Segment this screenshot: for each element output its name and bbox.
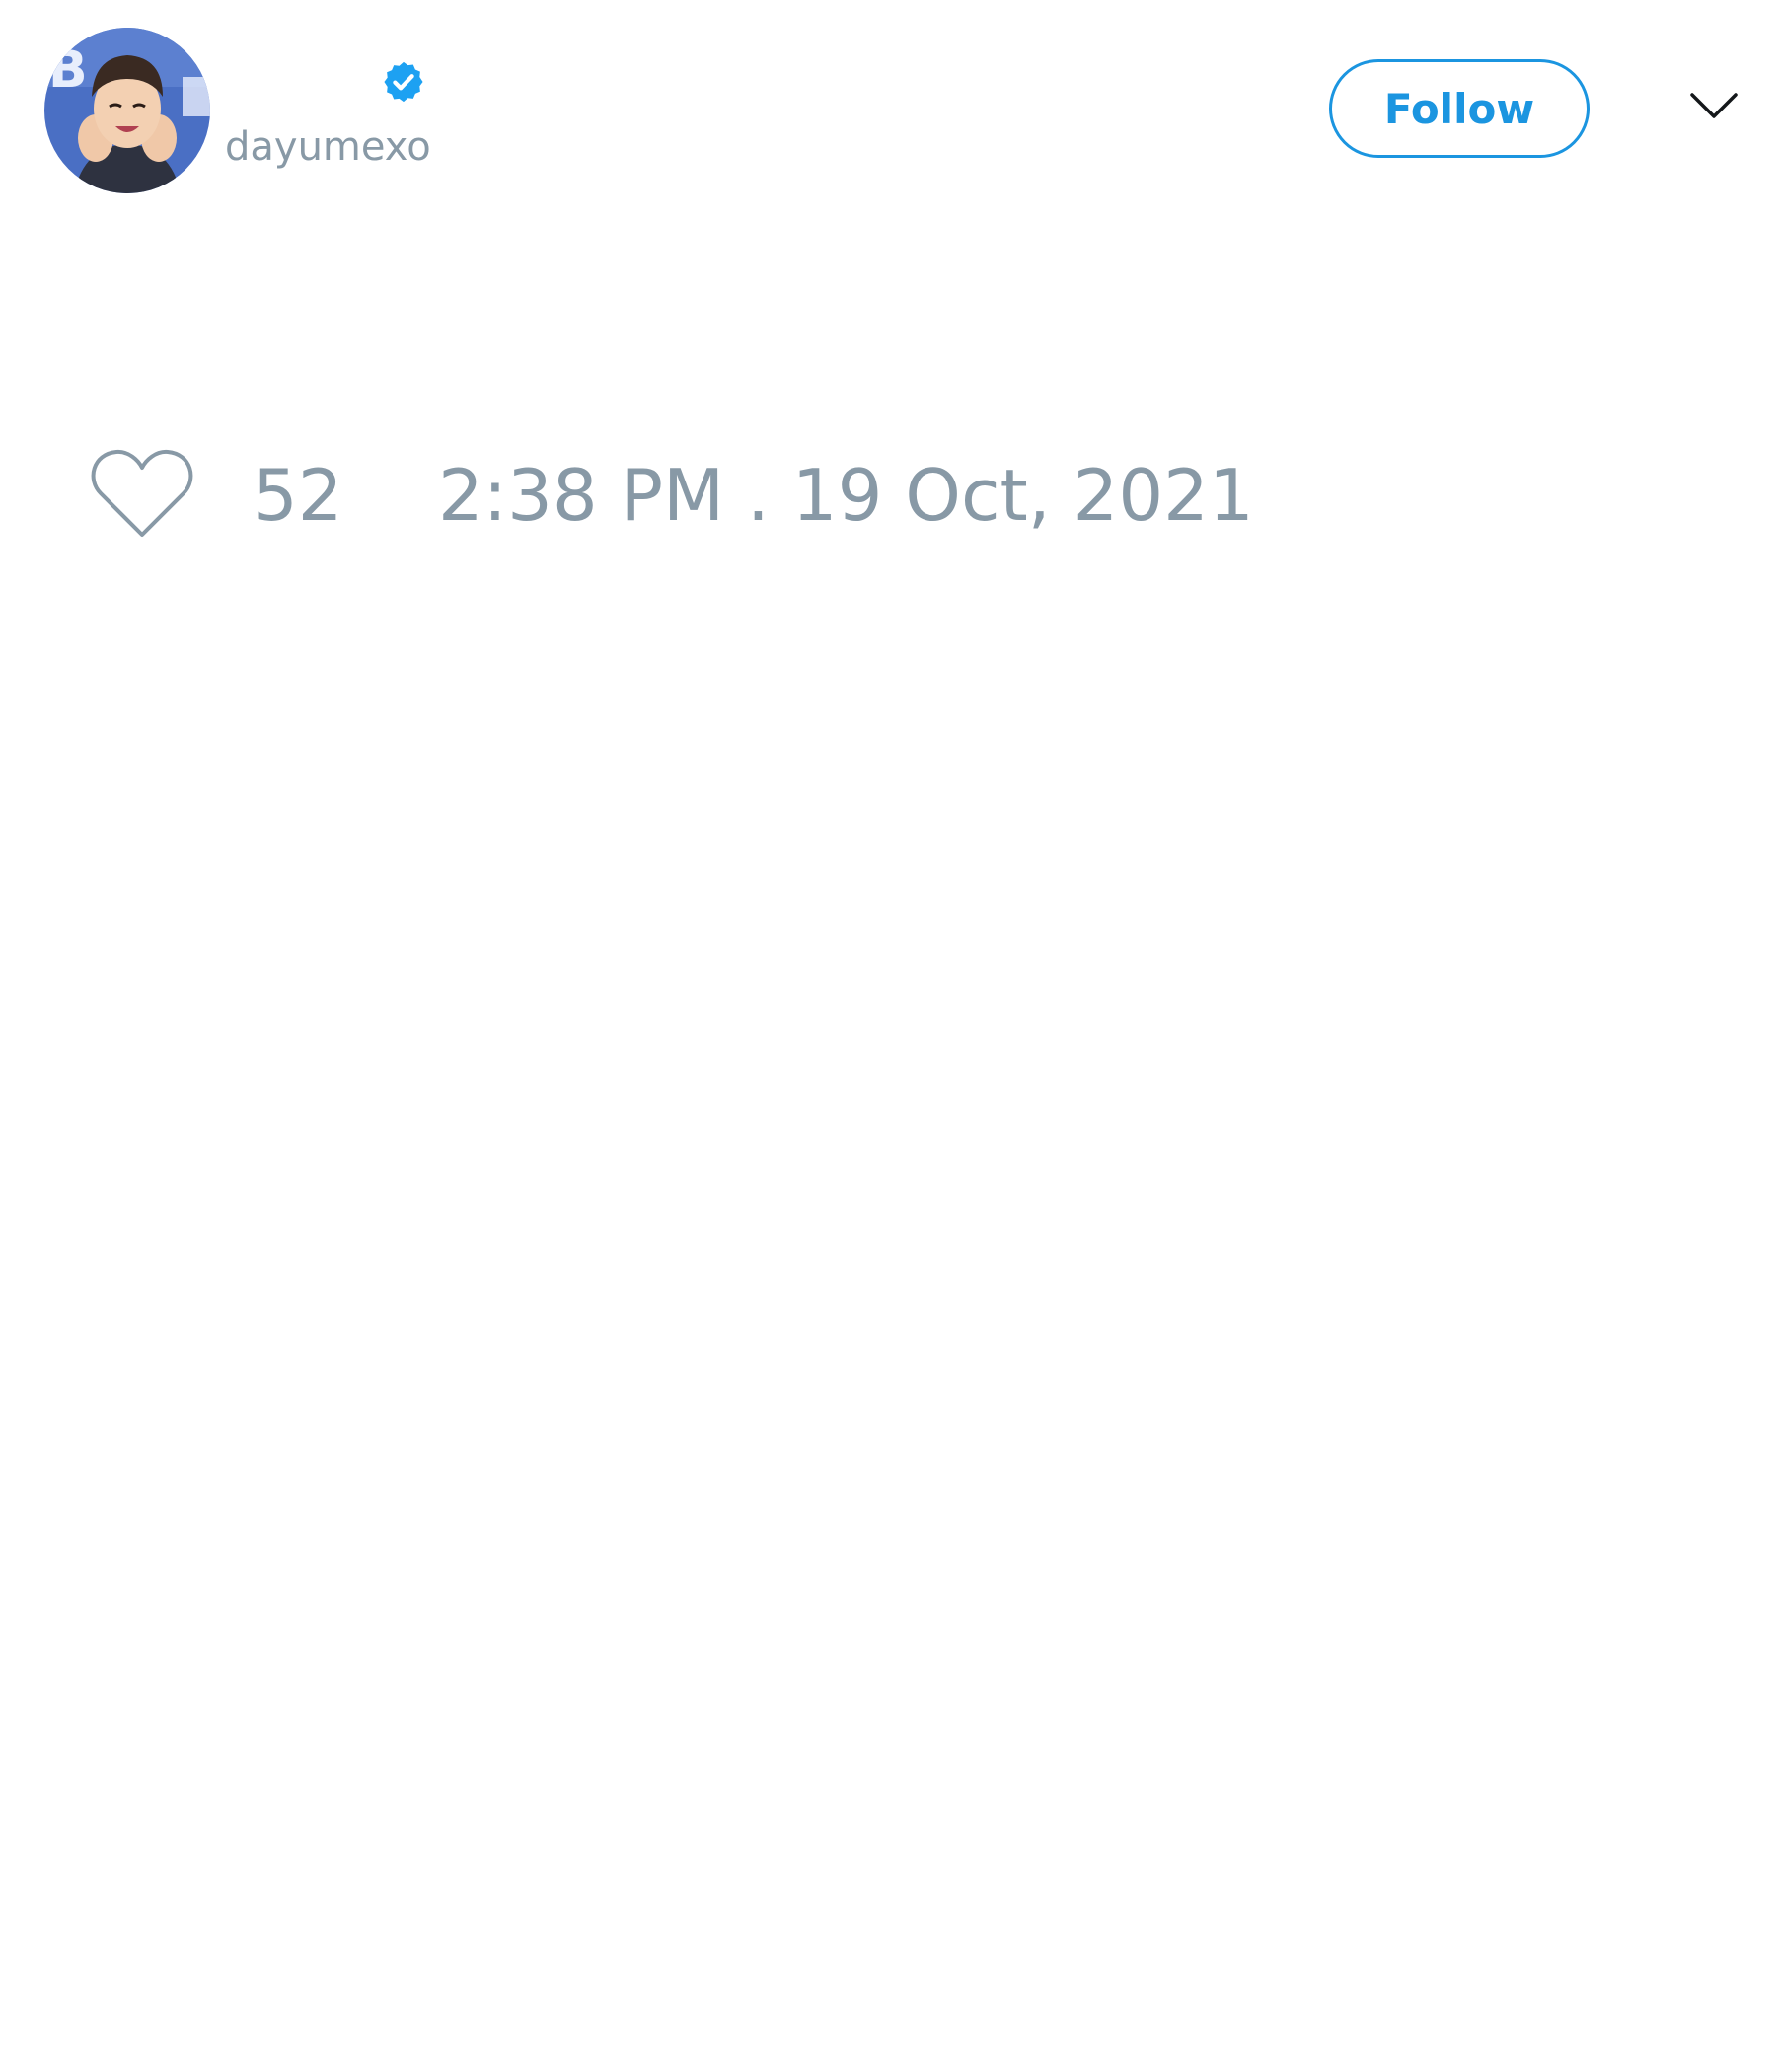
like-count: 52	[253, 454, 343, 537]
follow-button[interactable]: Follow	[1329, 59, 1590, 158]
tweet-timestamp[interactable]: 2:38 PM . 19 Oct, 2021	[438, 456, 1254, 535]
chevron-down-icon[interactable]	[1689, 89, 1739, 122]
heart-icon[interactable]	[89, 444, 195, 543]
svg-text:B: B	[48, 40, 88, 100]
handle[interactable]: dayumexo	[225, 124, 431, 170]
avatar-photo: B	[44, 28, 210, 193]
verified-badge-icon	[384, 61, 423, 103]
display-name-row	[225, 54, 426, 110]
avatar[interactable]: B	[44, 28, 210, 193]
tweet-actions: 52 2:38 PM . 19 Oct, 2021	[0, 444, 1776, 553]
tweet-header: B dayumexo Follow	[0, 0, 1776, 217]
